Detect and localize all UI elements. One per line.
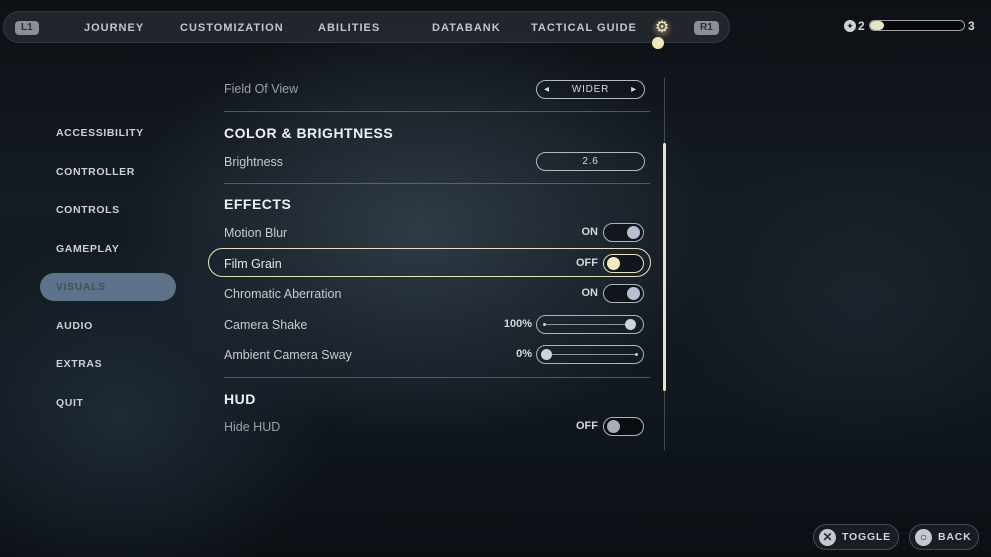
- section-effects: EFFECTS: [224, 196, 292, 212]
- circle-button-icon: ○: [915, 529, 932, 546]
- top-navigation-bar: L1 JOURNEY CUSTOMIZATION ABILITIES DATAB…: [3, 11, 730, 43]
- chromatic-aberration-label: Chromatic Aberration: [224, 287, 342, 301]
- arrow-right-icon[interactable]: ▸: [631, 81, 637, 98]
- film-grain-toggle[interactable]: [603, 254, 644, 273]
- back-hint-label: BACK: [938, 531, 972, 543]
- section-hud: HUD: [224, 391, 256, 407]
- slider-knob[interactable]: [541, 349, 552, 360]
- xp-progress-fill: [870, 21, 885, 30]
- hide-hud-label: Hide HUD: [224, 420, 281, 434]
- toggle-knob: [627, 287, 640, 300]
- hide-hud-state: OFF: [576, 420, 598, 432]
- film-grain-state: OFF: [576, 257, 598, 269]
- motion-blur-label: Motion Blur: [224, 226, 288, 240]
- tab-databank[interactable]: DATABANK: [432, 22, 501, 34]
- slider-knob[interactable]: [625, 319, 636, 330]
- motion-blur-state: ON: [581, 226, 599, 238]
- sidebar-item-quit[interactable]: QUIT: [40, 389, 176, 417]
- divider: [224, 111, 650, 112]
- camera-shake-value: 100%: [503, 318, 532, 330]
- ambient-camera-sway-value: 0%: [516, 348, 532, 360]
- level-icon: ✦: [844, 20, 856, 32]
- ambient-camera-sway-label: Ambient Camera Sway: [224, 348, 352, 362]
- cross-button-icon: ✕: [819, 529, 836, 546]
- camera-shake-label: Camera Shake: [224, 318, 308, 332]
- brightness-value-field[interactable]: 2.6: [536, 152, 645, 171]
- active-tab-indicator: [652, 37, 664, 49]
- brightness-label: Brightness: [224, 155, 284, 169]
- film-grain-label: Film Grain: [224, 257, 282, 271]
- chromatic-aberration-state: ON: [581, 287, 599, 299]
- motion-blur-toggle[interactable]: [603, 223, 644, 242]
- divider: [224, 377, 650, 378]
- toggle-knob: [607, 257, 620, 270]
- sidebar-item-visuals[interactable]: VISUALS: [40, 273, 176, 301]
- sidebar-item-extras[interactable]: EXTRAS: [40, 350, 176, 378]
- tab-customization[interactable]: CUSTOMIZATION: [180, 22, 284, 34]
- tab-journey[interactable]: JOURNEY: [84, 22, 144, 34]
- slider-end-dot: [635, 353, 638, 356]
- gear-icon[interactable]: ⚙: [651, 17, 673, 39]
- divider: [224, 183, 650, 184]
- slider-end-dot: [543, 323, 546, 326]
- tab-abilities[interactable]: ABILITIES: [318, 22, 380, 34]
- sidebar-item-audio[interactable]: AUDIO: [40, 312, 176, 340]
- field-of-view-value: WIDER: [571, 84, 610, 95]
- toggle-knob: [607, 420, 620, 433]
- toggle-knob: [627, 226, 640, 239]
- sidebar-item-controls[interactable]: CONTROLS: [40, 196, 176, 224]
- next-level: 3: [968, 19, 975, 33]
- slider-track: [545, 324, 635, 325]
- xp-progress-bar: [869, 20, 965, 31]
- camera-shake-slider[interactable]: [536, 315, 644, 334]
- chromatic-aberration-toggle[interactable]: [603, 284, 644, 303]
- slider-track: [545, 354, 635, 355]
- sidebar-item-gameplay[interactable]: GAMEPLAY: [40, 235, 176, 263]
- l1-bumper-badge[interactable]: L1: [15, 21, 39, 35]
- arrow-left-icon[interactable]: ◂: [544, 81, 550, 98]
- scrollbar-thumb[interactable]: [663, 143, 666, 391]
- sidebar-item-accessibility[interactable]: ACCESSIBILITY: [40, 119, 176, 147]
- toggle-hint-button[interactable]: ✕ TOGGLE: [813, 524, 899, 550]
- current-level: 2: [858, 19, 865, 33]
- sidebar-item-controller[interactable]: CONTROLLER: [40, 158, 176, 186]
- hide-hud-toggle[interactable]: [603, 417, 644, 436]
- toggle-hint-label: TOGGLE: [842, 531, 891, 543]
- section-color-brightness: COLOR & BRIGHTNESS: [224, 125, 394, 141]
- r1-bumper-badge[interactable]: R1: [694, 21, 719, 35]
- field-of-view-selector[interactable]: ◂ WIDER ▸: [536, 80, 645, 99]
- tab-tactical-guide[interactable]: TACTICAL GUIDE: [531, 22, 637, 34]
- back-hint-button[interactable]: ○ BACK: [909, 524, 979, 550]
- ambient-camera-sway-slider[interactable]: [536, 345, 644, 364]
- field-of-view-label: Field Of View: [224, 82, 299, 96]
